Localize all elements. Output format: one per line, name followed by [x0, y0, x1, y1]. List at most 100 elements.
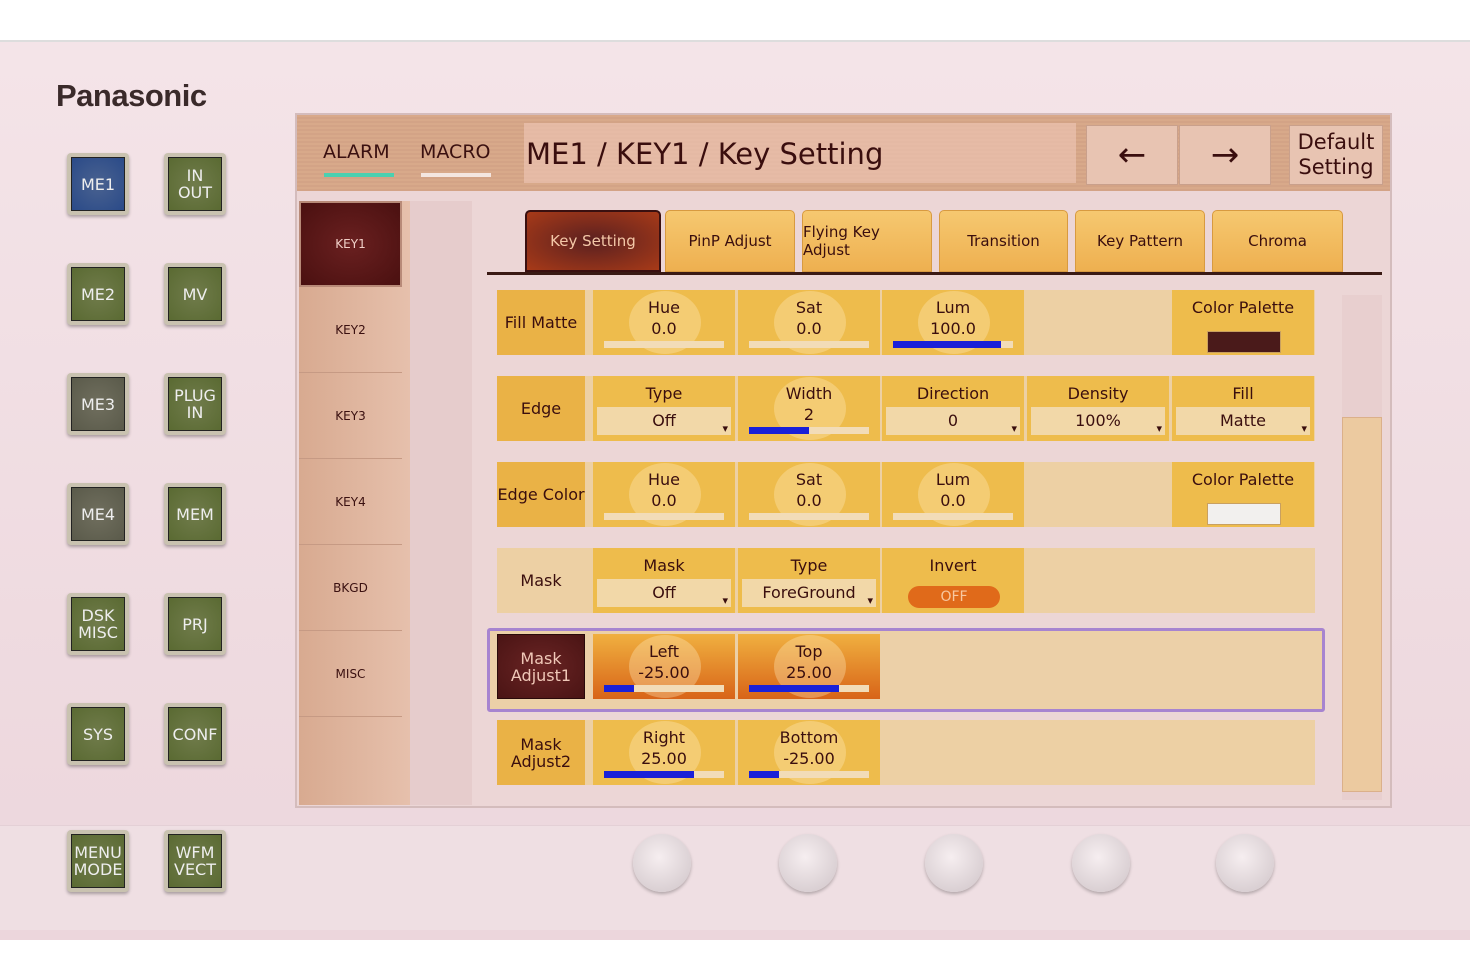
- top-cell[interactable]: Top 25.00: [738, 634, 880, 699]
- hw-button-label: SYS: [71, 707, 125, 761]
- hw-button-me4[interactable]: ME4: [67, 483, 129, 545]
- hw-button-mv[interactable]: MV: [164, 263, 226, 325]
- rotary-knob-3[interactable]: [925, 834, 983, 892]
- sat-cell[interactable]: Sat 0.0: [738, 462, 880, 527]
- row-label[interactable]: Edge Color: [497, 462, 585, 527]
- right-cell[interactable]: Right 25.00: [593, 720, 735, 785]
- bottom-cell[interactable]: Bottom -25.00: [738, 720, 880, 785]
- type-cell[interactable]: Type ForeGround: [738, 548, 880, 615]
- hw-button-wfm-vect[interactable]: WFM VECT: [164, 830, 226, 892]
- scrollbar[interactable]: [1342, 295, 1382, 800]
- type-dropdown[interactable]: Off: [597, 407, 731, 443]
- left-cell[interactable]: Left -25.00: [593, 634, 735, 699]
- tab-chroma[interactable]: Chroma: [1212, 210, 1343, 272]
- hw-button-label: MENU MODE: [71, 834, 125, 888]
- row-label[interactable]: Edge: [497, 376, 585, 441]
- density-dropdown[interactable]: 100%: [1031, 407, 1165, 443]
- hw-button-plug-in[interactable]: PLUG IN: [164, 373, 226, 435]
- hw-button-me3[interactable]: ME3: [67, 373, 129, 435]
- rotary-knob-2[interactable]: [779, 834, 837, 892]
- direction-cell[interactable]: Direction 0: [882, 376, 1024, 443]
- color-swatch[interactable]: [1207, 331, 1281, 353]
- bottom-value: -25.00: [783, 749, 835, 768]
- default-setting-button[interactable]: Default Setting: [1289, 125, 1383, 185]
- lum-label: Lum: [935, 470, 971, 489]
- rotary-knob-5[interactable]: [1216, 834, 1274, 892]
- sat-label: Sat: [795, 470, 823, 489]
- alarm-tab[interactable]: ALARM: [323, 141, 390, 163]
- hw-button-in-out[interactable]: IN OUT: [164, 153, 226, 215]
- hue-label: Hue: [647, 470, 680, 489]
- hw-button-prj[interactable]: PRJ: [164, 593, 226, 655]
- lum-level-fill: [893, 341, 1001, 348]
- touch-screen: ALARM MACRO ME1 / KEY1 / Key Setting ← →…: [295, 113, 1392, 808]
- sat-level-bar: [749, 513, 869, 520]
- scrollbar-thumb[interactable]: [1342, 417, 1382, 792]
- hw-button-mem[interactable]: MEM: [164, 483, 226, 545]
- row-label[interactable]: Mask Adjust2: [497, 720, 585, 785]
- sat-value: 0.0: [796, 319, 822, 338]
- color-swatch[interactable]: [1207, 503, 1281, 525]
- palette-label: Color Palette: [1191, 298, 1295, 317]
- tab-flying-key-adjust[interactable]: Flying Key Adjust: [802, 210, 932, 272]
- back-button[interactable]: ←: [1086, 125, 1178, 185]
- tab-pinp-adjust[interactable]: PinP Adjust: [665, 210, 795, 272]
- sidebar-item-bkgd[interactable]: BKGD: [299, 545, 402, 631]
- width-cell[interactable]: Width 2: [738, 376, 880, 441]
- type-dropdown[interactable]: ForeGround: [742, 579, 876, 615]
- row-label[interactable]: Mask: [497, 548, 585, 613]
- fill-cell[interactable]: Fill Matte: [1172, 376, 1314, 443]
- hw-button-label: ME1: [71, 157, 125, 211]
- palette-cell[interactable]: Color Palette: [1172, 290, 1314, 355]
- hw-button-sys[interactable]: SYS: [67, 703, 129, 765]
- left-level-fill: [604, 685, 634, 692]
- hw-button-me2[interactable]: ME2: [67, 263, 129, 325]
- hw-button-conf[interactable]: CONF: [164, 703, 226, 765]
- fill-dropdown[interactable]: Matte: [1176, 407, 1310, 443]
- sidebar-item-key1[interactable]: KEY1: [299, 201, 402, 287]
- hw-button-dsk-misc[interactable]: DSK MISC: [67, 593, 129, 655]
- lum-value: 0.0: [940, 491, 966, 510]
- macro-indicator: [421, 173, 491, 177]
- sidebar-item-key3[interactable]: KEY3: [299, 373, 402, 459]
- hw-button-label: CONF: [168, 707, 222, 761]
- palette-cell[interactable]: Color Palette: [1172, 462, 1314, 527]
- hue-value: 0.0: [651, 319, 677, 338]
- hue-cell[interactable]: Hue 0.0: [593, 462, 735, 527]
- tab-key-pattern[interactable]: Key Pattern: [1075, 210, 1205, 272]
- macro-tab[interactable]: MACRO: [420, 141, 490, 163]
- lum-cell[interactable]: Lum 100.0: [882, 290, 1024, 355]
- rotary-knob-4[interactable]: [1072, 834, 1130, 892]
- hw-button-me1[interactable]: ME1: [67, 153, 129, 215]
- hue-cell[interactable]: Hue 0.0: [593, 290, 735, 355]
- type-cell[interactable]: Type Off: [593, 376, 735, 443]
- forward-button[interactable]: →: [1179, 125, 1271, 185]
- sat-cell[interactable]: Sat 0.0: [738, 290, 880, 355]
- width-level-fill: [749, 427, 809, 434]
- left-label: Left: [648, 642, 680, 661]
- row-label[interactable]: Mask Adjust1: [497, 634, 585, 699]
- mask-cell[interactable]: Mask Off: [593, 548, 735, 615]
- rotary-knob-1[interactable]: [633, 834, 691, 892]
- mask-dropdown[interactable]: Off: [597, 579, 731, 615]
- sidebar-item-misc[interactable]: MISC: [299, 631, 402, 717]
- width-value: 2: [803, 405, 815, 424]
- invert-toggle[interactable]: OFF: [908, 586, 1000, 608]
- sidebar-item-key4[interactable]: KEY4: [299, 459, 402, 545]
- lum-cell[interactable]: Lum 0.0: [882, 462, 1024, 527]
- density-cell[interactable]: Density 100%: [1027, 376, 1169, 443]
- row-fill-matte: Fill Matte Hue 0.0 Sat 0.0 Lum 100.0 Color Pale…: [497, 290, 1315, 355]
- hw-button-menu-mode[interactable]: MENU MODE: [67, 830, 129, 892]
- tab-key-setting[interactable]: Key Setting: [525, 210, 661, 272]
- tab-transition[interactable]: Transition: [939, 210, 1068, 272]
- header-bar: ALARM MACRO ME1 / KEY1 / Key Setting ← →…: [297, 115, 1390, 191]
- invert-cell[interactable]: Invert OFF: [882, 548, 1024, 613]
- row-label[interactable]: Fill Matte: [497, 290, 585, 355]
- sidebar-item-key2[interactable]: KEY2: [299, 287, 402, 373]
- lum-value: 100.0: [930, 319, 976, 338]
- left-level-bar: [604, 685, 724, 692]
- hw-button-label: ME4: [71, 487, 125, 541]
- direction-dropdown[interactable]: 0: [886, 407, 1020, 443]
- sidebar: KEY1 KEY2 KEY3 KEY4 BKGD MISC: [299, 201, 410, 805]
- hw-button-label: IN OUT: [168, 157, 222, 211]
